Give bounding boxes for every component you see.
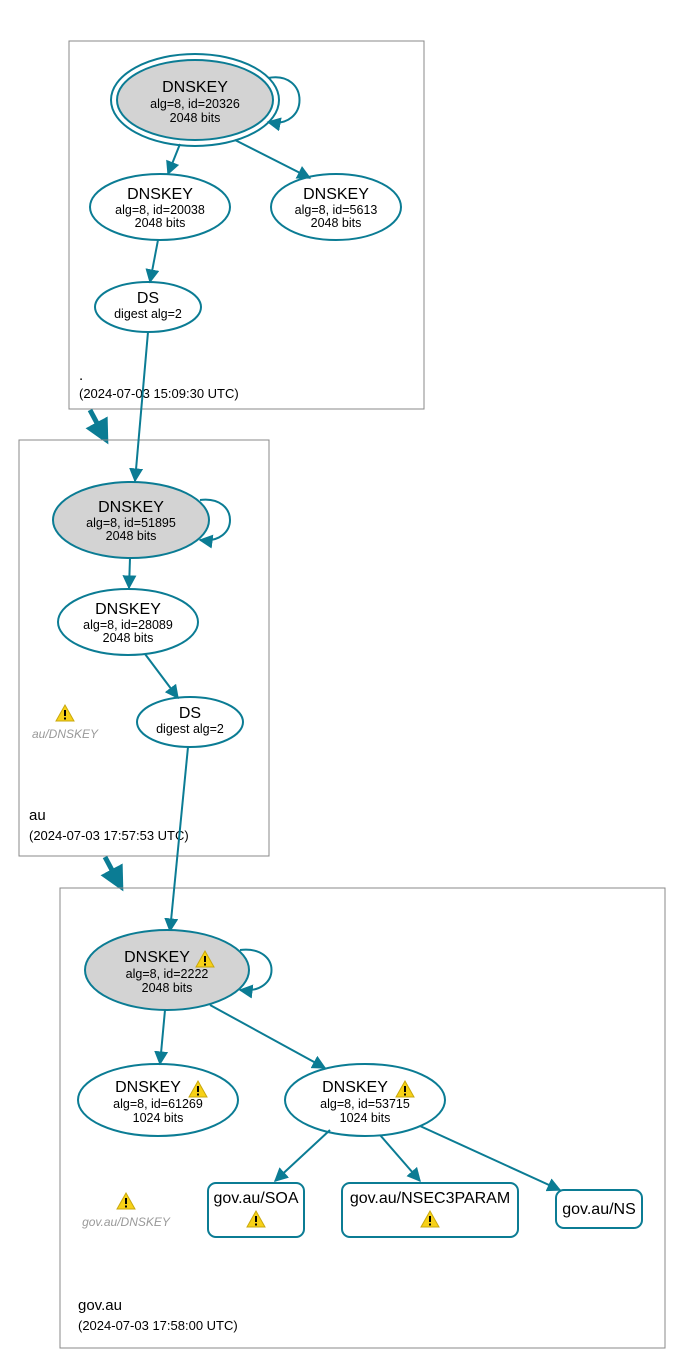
svg-text:2048 bits: 2048 bits — [135, 216, 186, 230]
svg-text:alg=8, id=53715: alg=8, id=53715 — [320, 1097, 410, 1111]
edge-rootds-auksk — [135, 332, 148, 481]
zone-govau-label: gov.au — [78, 1297, 122, 1314]
node-gov-zsk-53715: DNSKEY alg=8, id=53715 1024 bits — [285, 1064, 445, 1136]
svg-text:gov.au/NSEC3PARAM: gov.au/NSEC3PARAM — [350, 1190, 510, 1207]
edge-rootksk-zsk1 — [168, 144, 180, 174]
svg-text:digest alg=2: digest alg=2 — [156, 722, 224, 736]
svg-text:gov.au/SOA: gov.au/SOA — [213, 1190, 298, 1207]
node-au-zsk: DNSKEY alg=8, id=28089 2048 bits — [58, 589, 198, 655]
au-dnskey-warning: au/DNSKEY — [32, 705, 99, 741]
svg-text:2048 bits: 2048 bits — [311, 216, 362, 230]
node-gov-soa: gov.au/SOA — [208, 1183, 304, 1237]
svg-text:2048 bits: 2048 bits — [142, 981, 193, 995]
warning-icon — [117, 1193, 135, 1209]
svg-text:1024 bits: 1024 bits — [133, 1111, 184, 1125]
node-gov-zsk-61269: DNSKEY alg=8, id=61269 1024 bits — [78, 1064, 238, 1136]
zone-au-timestamp: (2024-07-03 17:57:53 UTC) — [29, 828, 189, 843]
svg-text:2048 bits: 2048 bits — [106, 529, 157, 543]
svg-text:alg=8, id=2222: alg=8, id=2222 — [126, 967, 209, 981]
edge-delegation-au-govau — [105, 857, 121, 887]
node-gov-nsec3param: gov.au/NSEC3PARAM — [342, 1183, 518, 1237]
svg-text:alg=8, id=5613: alg=8, id=5613 — [295, 203, 378, 217]
svg-text:DNSKEY: DNSKEY — [127, 186, 193, 203]
svg-text:2048 bits: 2048 bits — [103, 631, 154, 645]
svg-text:DNSKEY: DNSKEY — [115, 1079, 181, 1096]
node-gov-ns: gov.au/NS — [556, 1190, 642, 1228]
node-root-ksk: DNSKEY alg=8, id=20326 2048 bits — [111, 54, 279, 146]
svg-text:DNSKEY: DNSKEY — [322, 1079, 388, 1096]
node-root-zsk-5613: DNSKEY alg=8, id=5613 2048 bits — [271, 174, 401, 240]
node-au-ksk: DNSKEY alg=8, id=51895 2048 bits — [53, 482, 209, 558]
zone-root-timestamp: (2024-07-03 15:09:30 UTC) — [79, 386, 239, 401]
svg-text:gov.au/DNSKEY: gov.au/DNSKEY — [82, 1215, 171, 1229]
svg-text:DNSKEY: DNSKEY — [124, 949, 190, 966]
svg-text:alg=8, id=20038: alg=8, id=20038 — [115, 203, 205, 217]
edge-delegation-root-au — [90, 410, 106, 440]
svg-text:DNSKEY: DNSKEY — [95, 601, 161, 618]
edge-govksk-zsk1 — [160, 1010, 165, 1064]
svg-text:au/DNSKEY: au/DNSKEY — [32, 727, 99, 741]
node-root-zsk-20038: DNSKEY alg=8, id=20038 2048 bits — [90, 174, 230, 240]
svg-text:DNSKEY: DNSKEY — [98, 499, 164, 516]
zone-root-label: . — [79, 367, 83, 384]
edge-rootksk-zsk2 — [235, 140, 310, 178]
warning-icon — [56, 705, 74, 721]
edge-govzsk2-nsec3 — [380, 1135, 420, 1181]
node-root-ds: DS digest alg=2 — [95, 282, 201, 332]
node-gov-ksk: DNSKEY alg=8, id=2222 2048 bits — [85, 930, 249, 1010]
svg-text:DS: DS — [179, 705, 201, 722]
zone-govau-timestamp: (2024-07-03 17:58:00 UTC) — [78, 1318, 238, 1333]
svg-text:DNSKEY: DNSKEY — [162, 79, 228, 96]
svg-text:alg=8, id=61269: alg=8, id=61269 — [113, 1097, 203, 1111]
svg-text:alg=8, id=51895: alg=8, id=51895 — [86, 516, 176, 530]
svg-text:DS: DS — [137, 290, 159, 307]
svg-text:1024 bits: 1024 bits — [340, 1111, 391, 1125]
svg-text:digest alg=2: digest alg=2 — [114, 307, 182, 321]
svg-text:alg=8, id=28089: alg=8, id=28089 — [83, 618, 173, 632]
edge-rootzsk1-ds — [150, 240, 158, 282]
edge-govzsk2-soa — [275, 1130, 330, 1181]
svg-text:2048 bits: 2048 bits — [170, 111, 221, 125]
svg-text:alg=8, id=20326: alg=8, id=20326 — [150, 97, 240, 111]
govau-dnskey-warning: gov.au/DNSKEY — [82, 1193, 171, 1229]
svg-text:gov.au/NS: gov.au/NS — [562, 1201, 636, 1218]
edge-govksk-zsk2 — [210, 1005, 325, 1068]
svg-text:DNSKEY: DNSKEY — [303, 186, 369, 203]
edge-govzsk2-ns — [420, 1126, 560, 1190]
zone-au-label: au — [29, 807, 46, 824]
edge-auzsk-auds — [145, 654, 178, 698]
node-au-ds: DS digest alg=2 — [137, 697, 243, 747]
edge-auksk-auzsk — [129, 558, 130, 588]
